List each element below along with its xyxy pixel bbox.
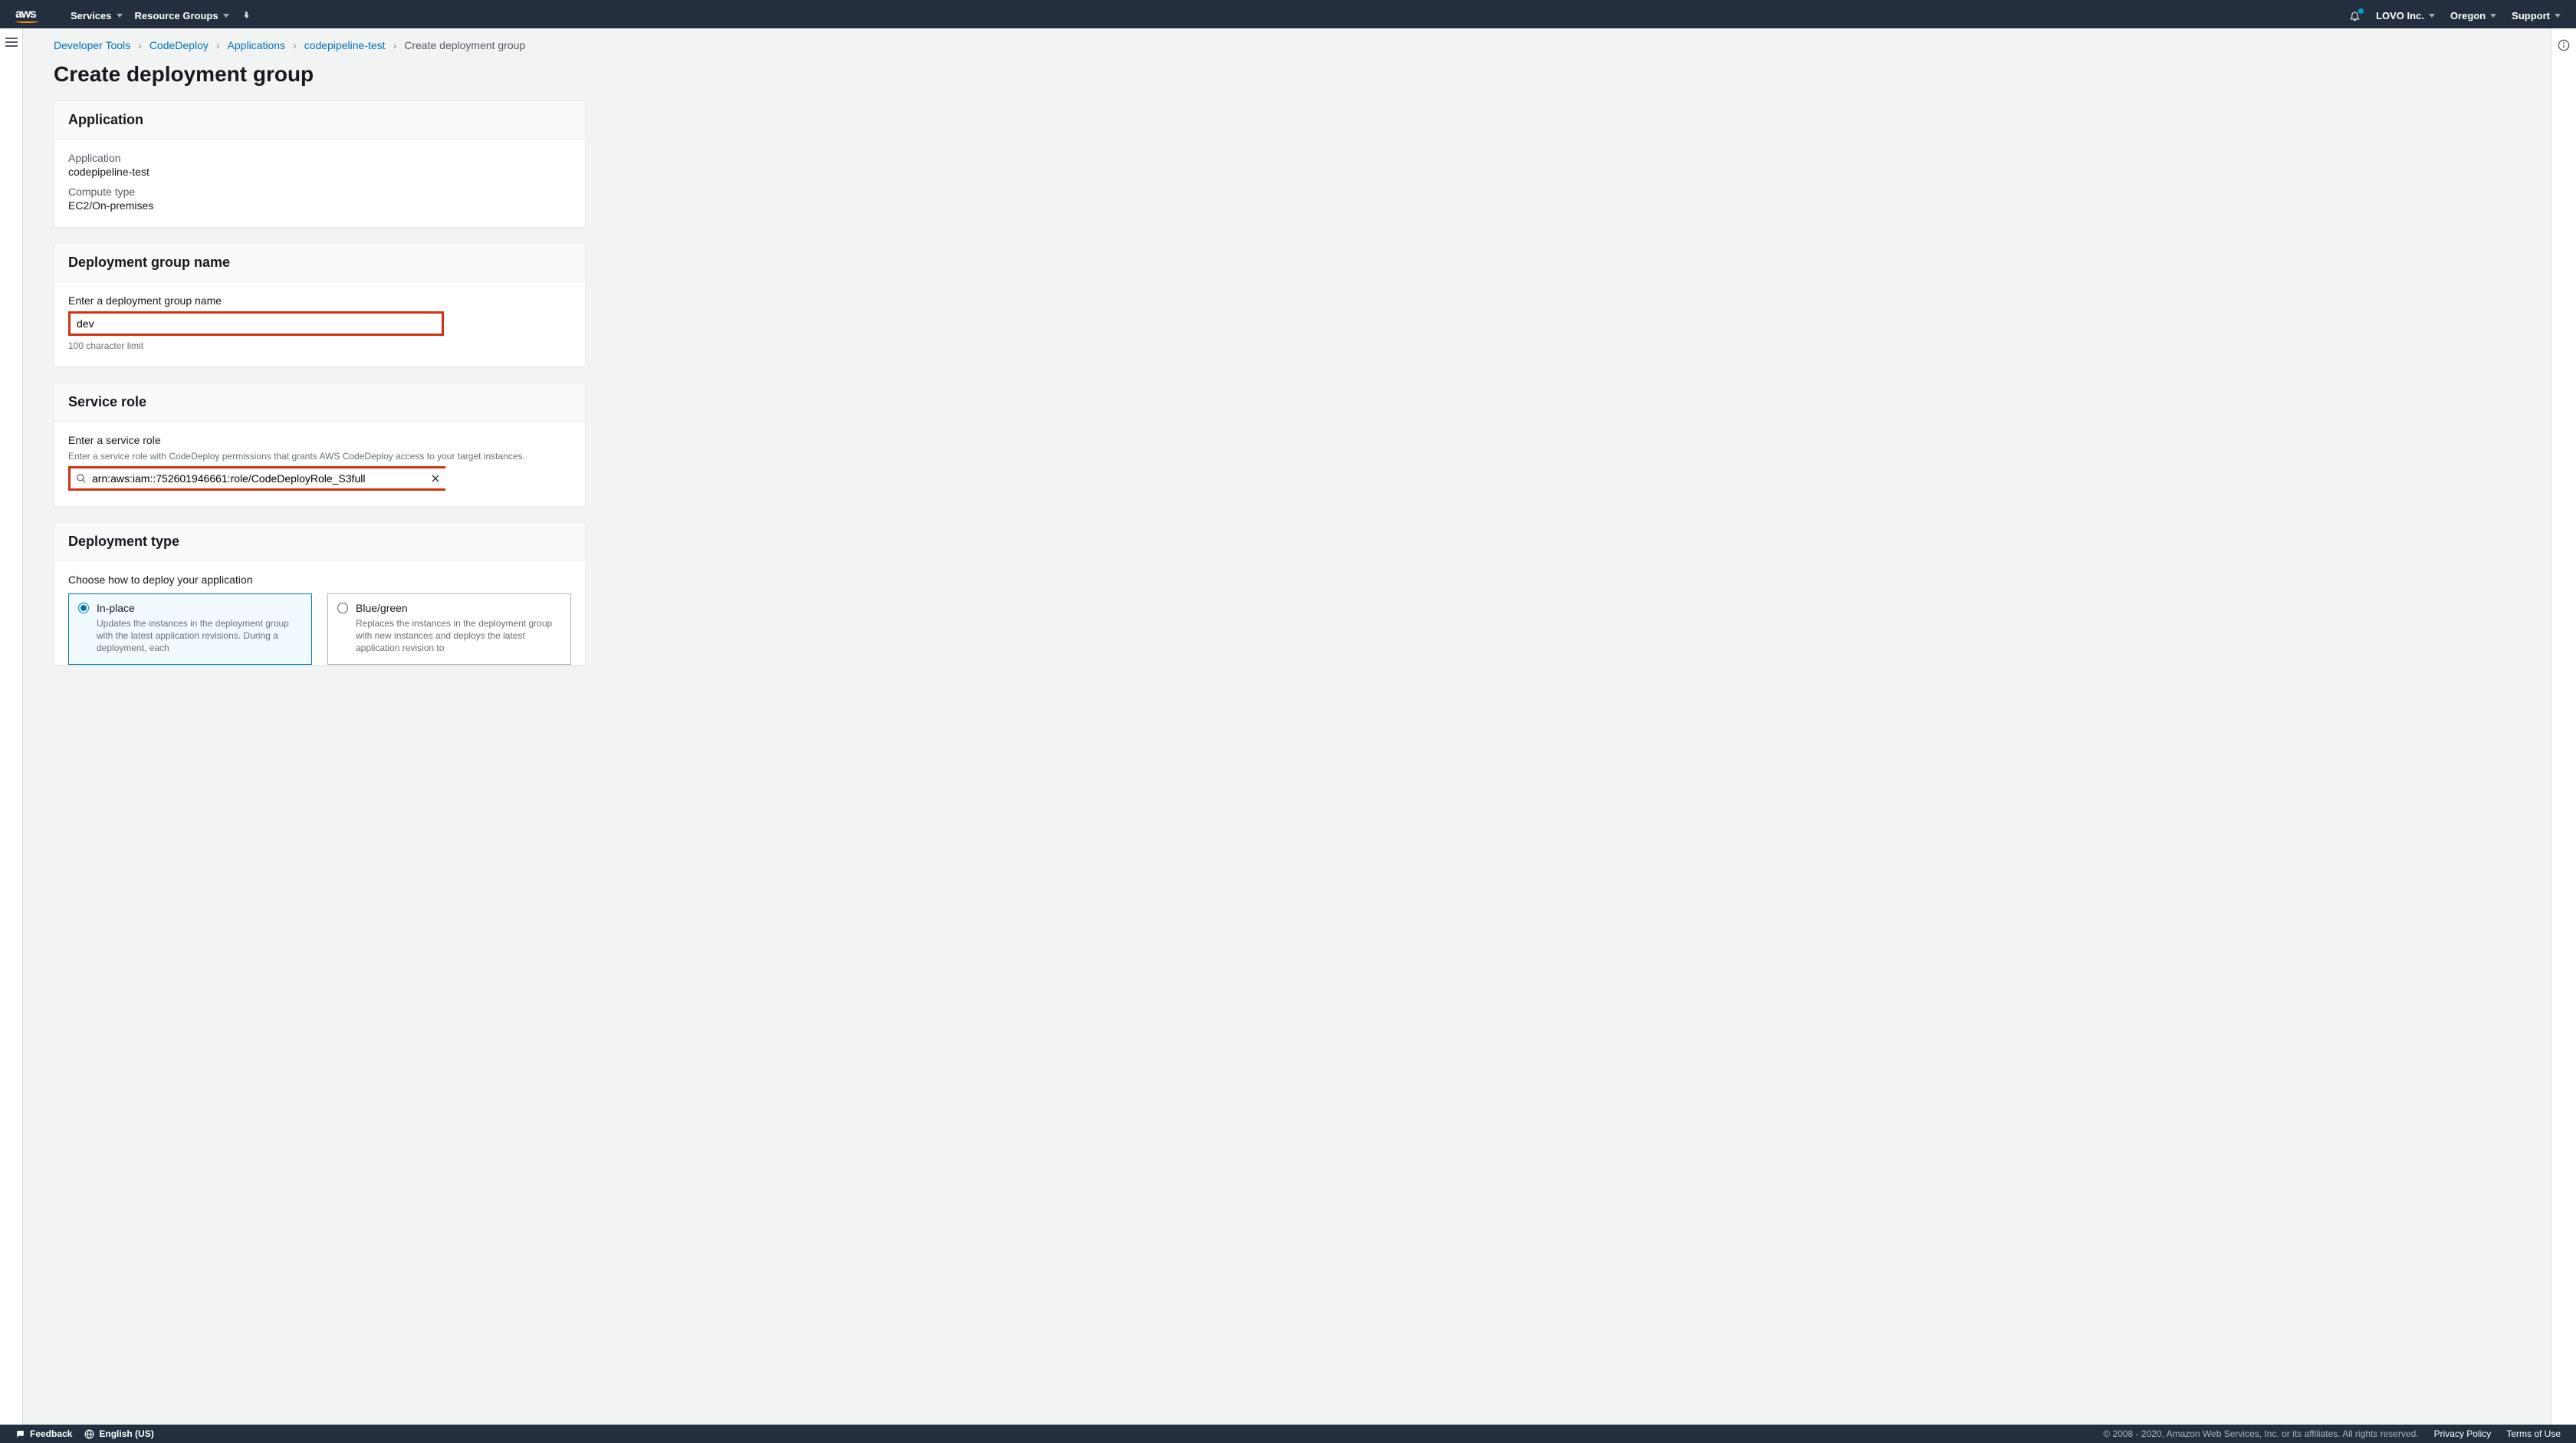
breadcrumb-link[interactable]: CodeDeploy — [150, 39, 209, 51]
deployment-type-label: Choose how to deploy your application — [68, 574, 571, 586]
deployment-type-in-place[interactable]: In-place Updates the instances in the de… — [68, 593, 312, 665]
radio-desc: Updates the instances in the deployment … — [78, 617, 302, 655]
radio-icon — [337, 603, 348, 613]
feedback-button[interactable]: Feedback — [15, 1428, 72, 1439]
language-label: English (US) — [99, 1428, 153, 1439]
chevron-down-icon — [117, 14, 123, 18]
chevron-down-icon — [2490, 14, 2496, 18]
chevron-down-icon — [223, 14, 229, 18]
chat-icon — [15, 1429, 25, 1439]
support-label: Support — [2512, 10, 2550, 21]
service-role-desc: Enter a service role with CodeDeploy per… — [68, 451, 571, 462]
application-value: codepipeline-test — [68, 166, 571, 178]
deployment-group-name-input[interactable] — [71, 314, 442, 334]
pin-icon — [242, 10, 252, 21]
services-label: Services — [71, 10, 112, 21]
main-content: Developer Tools › CodeDeploy › Applicati… — [23, 28, 2551, 1425]
right-rail — [2551, 28, 2576, 1425]
account-label: LOVO Inc. — [2376, 10, 2424, 21]
compute-type-value: EC2/On-premises — [68, 199, 571, 212]
privacy-link[interactable]: Privacy Policy — [2434, 1428, 2492, 1439]
region-menu[interactable]: Oregon — [2450, 10, 2496, 21]
breadcrumb-link[interactable]: codepipeline-test — [304, 39, 386, 51]
application-panel: Application Application codepipeline-tes… — [54, 100, 586, 228]
application-label: Application — [68, 152, 571, 164]
deployment-type-blue-green[interactable]: Blue/green Replaces the instances in the… — [327, 593, 571, 665]
dg-name-label: Enter a deployment group name — [68, 294, 571, 307]
language-selector[interactable]: English (US) — [84, 1428, 153, 1439]
radio-title: In-place — [97, 602, 135, 614]
deployment-group-name-panel: Deployment group name Enter a deployment… — [54, 243, 586, 367]
chevron-right-icon: › — [138, 39, 142, 51]
resource-groups-menu[interactable]: Resource Groups — [135, 10, 229, 21]
sidebar-toggle[interactable] — [5, 38, 18, 47]
clear-icon[interactable] — [430, 473, 441, 484]
globe-icon — [84, 1429, 94, 1439]
feedback-label: Feedback — [30, 1428, 72, 1439]
radio-title: Blue/green — [356, 602, 408, 614]
aws-logo[interactable]: aws — [15, 8, 38, 23]
service-role-label: Enter a service role — [68, 434, 571, 446]
chevron-down-icon — [2555, 14, 2561, 18]
notification-dot — [2358, 8, 2364, 14]
breadcrumb-link[interactable]: Developer Tools — [54, 39, 130, 51]
pin-button[interactable] — [242, 10, 252, 21]
panel-heading: Deployment type — [68, 534, 571, 550]
breadcrumb-current: Create deployment group — [404, 39, 525, 51]
copyright: © 2008 - 2020, Amazon Web Services, Inc.… — [2103, 1428, 2418, 1439]
services-menu[interactable]: Services — [71, 10, 123, 21]
resource-groups-label: Resource Groups — [135, 10, 219, 21]
radio-desc: Replaces the instances in the deployment… — [337, 617, 561, 655]
page-title: Create deployment group — [54, 62, 1066, 87]
region-label: Oregon — [2450, 10, 2486, 21]
service-role-panel: Service role Enter a service role Enter … — [54, 383, 586, 507]
search-icon — [76, 473, 87, 484]
breadcrumb-link[interactable]: Applications — [228, 39, 286, 51]
service-role-input[interactable] — [71, 468, 446, 488]
footer: Feedback English (US) © 2008 - 2020, Ama… — [0, 1425, 2576, 1443]
chevron-right-icon: › — [216, 39, 220, 51]
notifications-button[interactable] — [2349, 10, 2361, 21]
chevron-down-icon — [2429, 14, 2435, 18]
panel-heading: Application — [68, 112, 571, 128]
breadcrumb: Developer Tools › CodeDeploy › Applicati… — [54, 39, 1066, 51]
radio-icon — [78, 603, 89, 613]
panel-heading: Service role — [68, 394, 571, 410]
terms-link[interactable]: Terms of Use — [2506, 1428, 2561, 1439]
compute-type-label: Compute type — [68, 186, 571, 198]
account-menu[interactable]: LOVO Inc. — [2376, 10, 2435, 21]
deployment-type-panel: Deployment type Choose how to deploy you… — [54, 522, 586, 666]
support-menu[interactable]: Support — [2512, 10, 2561, 21]
chevron-right-icon: › — [393, 39, 397, 51]
panel-heading: Deployment group name — [68, 255, 571, 271]
top-nav: aws Services Resource Groups LOVO Inc. — [0, 2, 2576, 28]
info-icon[interactable] — [2558, 39, 2570, 51]
chevron-right-icon: › — [293, 39, 297, 51]
dg-name-hint: 100 character limit — [68, 340, 571, 351]
left-rail — [0, 28, 23, 1425]
